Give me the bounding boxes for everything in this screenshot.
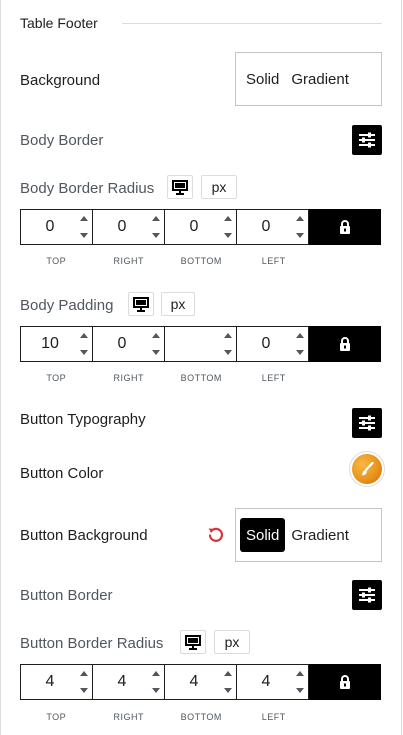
dimension-bottom-input[interactable]: 0 <box>164 209 237 245</box>
spinner-arrows[interactable] <box>224 671 232 693</box>
background-type-toggle: Solid Gradient <box>235 52 382 106</box>
dimension-right-input[interactable]: 0 <box>92 209 165 245</box>
spinner-arrows[interactable] <box>80 671 88 693</box>
spinner-arrows[interactable] <box>152 671 160 693</box>
dimension-right-input[interactable]: 4 <box>92 664 165 700</box>
dimension-top-input[interactable]: 10 <box>20 326 93 362</box>
dimension-right-input[interactable]: 0 <box>92 326 165 362</box>
desktop-icon <box>172 179 188 195</box>
unit-selector[interactable]: px <box>161 292 195 316</box>
dimension-bottom-input[interactable]: 4 <box>164 664 237 700</box>
button-border-radius-label: Button Border Radius <box>20 635 164 652</box>
section-title: Table Footer <box>20 15 98 31</box>
body-border-radius-inputs: 0 0 0 0 <box>20 209 382 245</box>
spinner-arrows[interactable] <box>224 333 232 355</box>
panel-right-border <box>401 0 402 735</box>
lock-icon <box>340 675 350 689</box>
dimension-left-input[interactable]: 4 <box>236 664 309 700</box>
panel-left-border <box>0 0 1 735</box>
section-divider <box>122 23 382 24</box>
reset-icon[interactable] <box>207 526 225 549</box>
desktop-icon <box>185 634 201 650</box>
link-values-button[interactable] <box>309 664 381 700</box>
spinner-arrows[interactable] <box>152 216 160 238</box>
spinner-arrows[interactable] <box>80 333 88 355</box>
spinner-arrows[interactable] <box>80 216 88 238</box>
button-color-label: Button Color <box>20 465 104 482</box>
link-values-button[interactable] <box>309 326 381 362</box>
button-background-label: Button Background <box>20 527 148 544</box>
background-label: Background <box>20 72 101 89</box>
button-typography-settings-button[interactable] <box>352 408 382 438</box>
body-padding-label: Body Padding <box>20 297 114 314</box>
dimension-top-input[interactable]: 0 <box>20 209 93 245</box>
responsive-device-button[interactable] <box>128 292 154 316</box>
body-border-radius-label: Body Border Radius <box>20 180 155 197</box>
dimension-bottom-input[interactable] <box>164 326 237 362</box>
button-background-type-toggle: Solid Gradient <box>235 508 382 562</box>
desktop-icon <box>133 296 149 312</box>
paintbrush-icon <box>361 462 374 476</box>
sliders-icon <box>359 132 375 148</box>
dimension-labels: TOP RIGHT BOTTOM LEFT <box>46 712 286 722</box>
dimension-left-input[interactable]: 0 <box>236 326 309 362</box>
lock-icon <box>340 337 350 351</box>
body-border-settings-button[interactable] <box>352 125 382 155</box>
spinner-arrows[interactable] <box>152 333 160 355</box>
body-border-label: Body Border <box>20 132 104 149</box>
button-typography-label: Button Typography <box>20 411 146 428</box>
button-border-label: Button Border <box>20 587 113 604</box>
button-border-radius-inputs: 4 4 4 4 <box>20 664 382 700</box>
button-background-gradient-option[interactable]: Gradient <box>285 518 355 552</box>
background-solid-option[interactable]: Solid <box>240 62 285 96</box>
button-border-settings-button[interactable] <box>352 580 382 610</box>
lock-icon <box>340 220 350 234</box>
unit-selector[interactable]: px <box>214 630 250 654</box>
color-picker-button[interactable] <box>352 454 382 484</box>
spinner-arrows[interactable] <box>296 333 304 355</box>
dimension-left-input[interactable]: 0 <box>236 209 309 245</box>
dimension-top-input[interactable]: 4 <box>20 664 93 700</box>
responsive-device-button[interactable] <box>180 630 206 654</box>
spinner-arrows[interactable] <box>296 671 304 693</box>
unit-selector[interactable]: px <box>201 175 237 199</box>
dimension-labels: TOP RIGHT BOTTOM LEFT <box>46 256 286 266</box>
body-padding-inputs: 10 0 0 <box>20 326 382 362</box>
sliders-icon <box>359 587 375 603</box>
sliders-icon <box>359 415 375 431</box>
dimension-labels: TOP RIGHT BOTTOM LEFT <box>46 373 286 383</box>
link-values-button[interactable] <box>309 209 381 245</box>
background-gradient-option[interactable]: Gradient <box>285 62 355 96</box>
spinner-arrows[interactable] <box>296 216 304 238</box>
button-background-solid-option[interactable]: Solid <box>240 518 286 552</box>
spinner-arrows[interactable] <box>224 216 232 238</box>
responsive-device-button[interactable] <box>167 175 193 199</box>
